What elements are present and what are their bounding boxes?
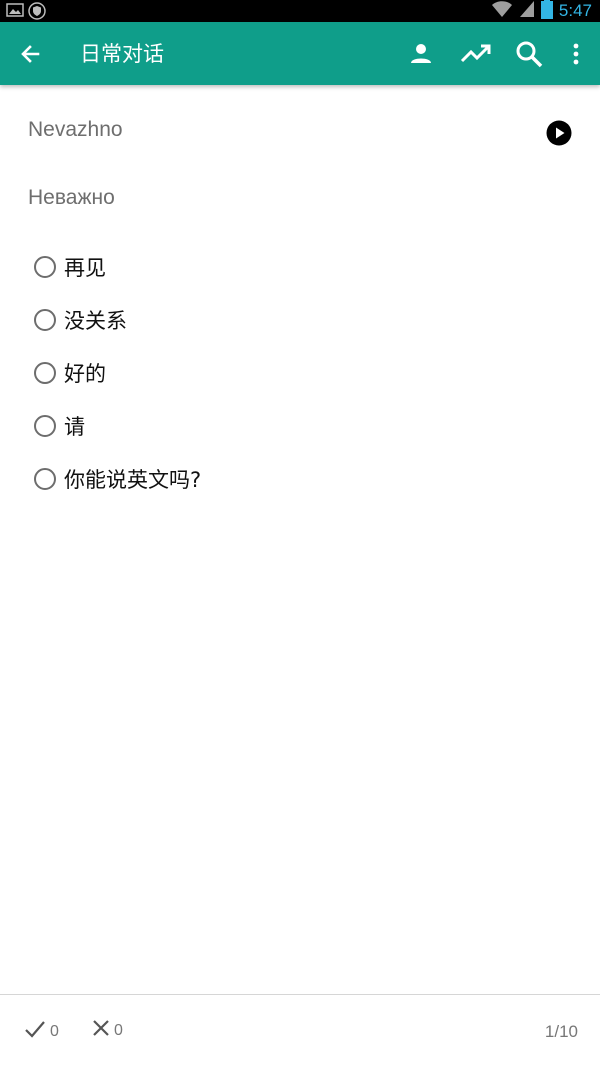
- answer-option-label: 好的: [64, 361, 106, 386]
- quiz-footer: 0 0 1/10: [0, 994, 600, 1068]
- shield-icon: [28, 2, 46, 24]
- page-title: 日常对话: [80, 42, 164, 66]
- answer-option[interactable]: 没关系: [34, 293, 201, 346]
- status-time: 5:47: [558, 1, 592, 20]
- close-icon: [92, 1019, 110, 1042]
- radio-button[interactable]: [34, 414, 56, 437]
- answer-option-label: 没关系: [64, 308, 127, 333]
- progress-counter: 1/10: [544, 1022, 578, 1041]
- answer-option[interactable]: 请: [34, 399, 201, 452]
- play-audio-icon[interactable]: [546, 120, 572, 146]
- back-arrow-icon[interactable]: [16, 40, 46, 68]
- image-icon: [6, 2, 24, 24]
- answer-option[interactable]: 再见: [34, 240, 201, 293]
- correct-count-value: 0: [50, 1022, 59, 1040]
- wifi-icon: [491, 0, 513, 22]
- answer-option[interactable]: 好的: [34, 346, 201, 399]
- answer-option-label: 你能说英文吗?: [64, 467, 202, 492]
- radio-button[interactable]: [34, 255, 56, 278]
- more-vert-icon[interactable]: [566, 38, 586, 70]
- search-icon[interactable]: [513, 38, 545, 70]
- status-bar: 5:47: [0, 0, 600, 22]
- answer-option[interactable]: 你能说英文吗?: [34, 452, 201, 505]
- app-bar: 日常对话: [0, 22, 600, 85]
- answer-option-label: 请: [64, 414, 85, 439]
- person-icon[interactable]: [405, 38, 437, 70]
- radio-button[interactable]: [34, 308, 56, 331]
- check-icon: [24, 1019, 46, 1044]
- radio-button[interactable]: [34, 361, 56, 384]
- answer-option-label: 再见: [64, 255, 106, 280]
- question-word: Nevazhno: [28, 118, 123, 141]
- wrong-count: 0: [92, 1019, 123, 1042]
- radio-button[interactable]: [34, 467, 56, 490]
- correct-count: 0: [24, 1019, 59, 1044]
- question-transliteration: Неважно: [28, 186, 115, 209]
- wrong-count-value: 0: [114, 1021, 123, 1039]
- signal-icon: [519, 0, 535, 22]
- battery-icon: [540, 0, 553, 23]
- answer-options: 再见 没关系 好的 请 你能说英文吗?: [34, 240, 201, 505]
- trending-icon[interactable]: [459, 38, 493, 70]
